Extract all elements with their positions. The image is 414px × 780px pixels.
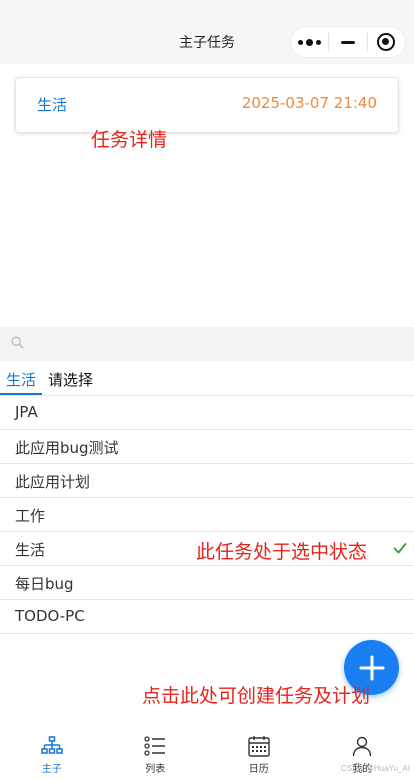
list-item-label: TODO-PC	[15, 607, 85, 625]
category-tabs: 生活 请选择	[0, 366, 414, 396]
task-datetime: 2025-03-07 21:40	[241, 94, 377, 112]
tabbar-item-list[interactable]: 列表	[104, 728, 208, 780]
tabbar-item-main-sub[interactable]: 主子	[0, 728, 104, 780]
list-item[interactable]: 工作	[0, 498, 414, 532]
user-icon	[353, 736, 372, 757]
close-target-icon	[377, 33, 396, 51]
task-category: 生活	[37, 96, 68, 114]
annotation-create-hint: 点击此处可创建任务及计划	[142, 685, 371, 707]
list-item-label: JPA	[15, 403, 38, 421]
task-list: JPA 此应用bug测试 此应用计划 工作 生活 每日bug TODO-PC	[0, 396, 414, 634]
search-input[interactable]	[32, 327, 402, 361]
mini-program-capsule	[290, 26, 406, 58]
list-item-label: 生活	[15, 541, 46, 559]
minimize-button[interactable]	[329, 27, 366, 57]
list-item-label: 每日bug	[15, 575, 74, 593]
tabbar-label: 日历	[248, 764, 269, 775]
watermark: CSDN @HuaYu_AI	[340, 764, 410, 773]
annotation-task-detail: 任务详情	[91, 129, 168, 151]
task-detail-card[interactable]: 生活 2025-03-07 21:40	[15, 77, 399, 133]
tab-active-indicator	[0, 393, 42, 395]
close-button[interactable]	[368, 27, 405, 57]
tabbar-label: 主子	[41, 764, 62, 775]
list-item[interactable]: 此应用计划	[0, 464, 414, 498]
annotation-selected-state: 此任务处于选中状态	[196, 541, 368, 563]
hierarchy-icon	[41, 736, 63, 754]
more-button[interactable]	[291, 27, 328, 57]
nav-bar: 主子任务	[0, 0, 414, 64]
list-item[interactable]: 每日bug	[0, 566, 414, 600]
list-item[interactable]: JPA	[0, 396, 414, 430]
tabbar-label: 列表	[145, 764, 166, 775]
list-icon	[144, 736, 166, 756]
list-item[interactable]: TODO-PC	[0, 600, 414, 634]
more-dots-icon	[298, 38, 322, 46]
plus-icon	[359, 655, 384, 680]
list-item-label: 工作	[15, 507, 46, 525]
search-bar[interactable]	[0, 327, 414, 361]
tab-active-category[interactable]: 生活	[6, 369, 36, 390]
tab-select-prompt[interactable]: 请选择	[48, 369, 93, 390]
list-item-label: 此应用计划	[15, 473, 91, 491]
search-icon	[11, 336, 24, 349]
minimize-icon	[340, 40, 355, 44]
list-item-label: 此应用bug测试	[15, 439, 119, 457]
list-item[interactable]: 此应用bug测试	[0, 430, 414, 464]
checkmark-icon	[393, 543, 407, 554]
calendar-icon	[248, 736, 270, 757]
tabbar-item-calendar[interactable]: 日历	[207, 728, 311, 780]
